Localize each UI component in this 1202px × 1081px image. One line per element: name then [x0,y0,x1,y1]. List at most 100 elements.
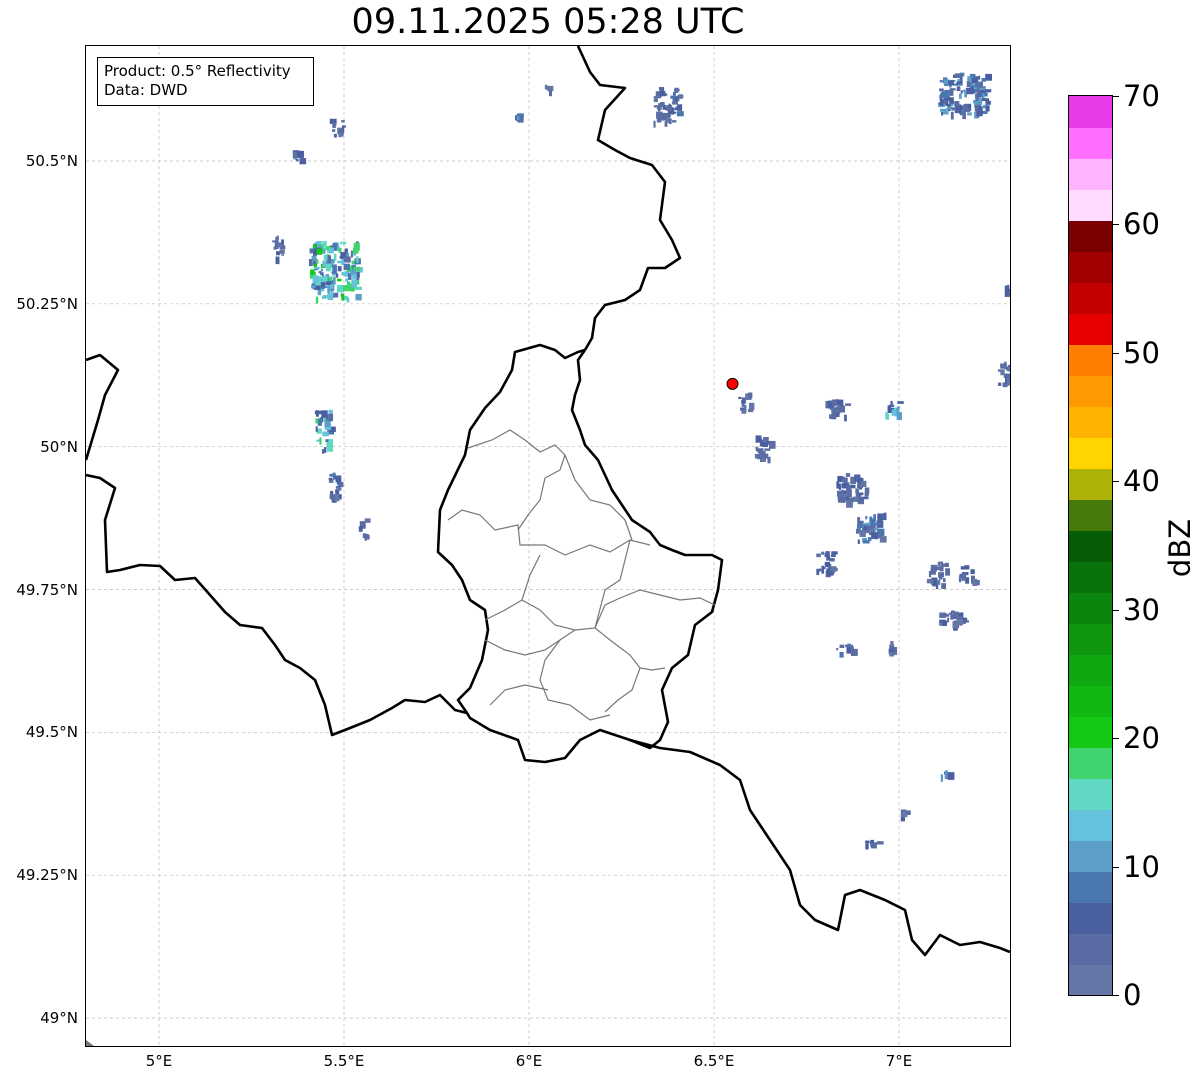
map-panel[interactable] [85,45,1011,1047]
colorbar-segment [1069,282,1112,314]
data-source-label: Data: DWD [104,81,188,99]
lon-tick-label: 5.5°E [323,1052,365,1070]
colorbar-segment [1069,778,1112,810]
colorbar-segment [1069,592,1112,624]
echo-cell [865,839,884,850]
echo-cell [272,235,286,265]
colorbar-segment [1069,251,1112,283]
colorbar-segment [1069,654,1112,686]
echo-cell [900,809,911,822]
colorbar-tick-label: 60 [1123,207,1160,242]
lon-tick-label: 5°E [145,1052,173,1070]
echo-cell [998,361,1010,388]
echo-cell [888,641,898,657]
lat-tick-label: 50.5°N [25,152,78,170]
echo-cell [816,551,838,578]
colorbar-label: dBZ [1163,518,1197,578]
echo-cell [926,561,951,590]
colorbar-tick-label: 70 [1123,79,1160,113]
colorbar-segment [1069,158,1112,190]
echo-cell [314,409,336,454]
echo-cell [358,518,371,541]
belgium-france-border [86,473,468,737]
echo-cell [329,118,346,138]
colorbar-tick-mark [1113,481,1119,483]
colorbar-segment [1069,189,1112,221]
colorbar-tick-mark [1113,352,1119,354]
echo-cell [939,610,969,631]
echo-cell [836,473,870,508]
belgium-west-edge [86,353,120,461]
colorbar-segment [1069,220,1112,252]
echo-cell [754,435,776,464]
colorbar-tick-mark [1113,96,1119,97]
colorbar-segment [1069,375,1112,407]
echo-cell [885,400,904,420]
echo-cell [544,84,554,97]
country-borders [86,46,1010,957]
colorbar-tick-mark [1113,738,1119,740]
corner-fragment [86,1040,94,1046]
lon-tick-label: 6.5°E [693,1052,735,1070]
luxembourg-border [436,343,724,764]
colorbar-tick-label: 0 [1123,978,1142,1012]
lon-tick-label: 6°E [515,1052,543,1070]
colorbar-tick-mark [1113,609,1119,611]
colorbar [1068,95,1113,996]
echo-cell [292,150,307,165]
echo-cell [515,113,524,123]
colorbar-segment [1069,964,1112,995]
map-canvas[interactable] [86,46,1010,1046]
echo-cell [855,512,887,544]
lat-tick-label: 49.75°N [16,580,78,599]
colorbar-tick-mark [1113,224,1119,226]
colorbar-segment [1069,530,1112,562]
colorbar-segment [1069,933,1112,965]
colorbar-tick-label: 10 [1123,849,1160,884]
radar-site-marker[interactable] [726,377,739,390]
colorbar-segment [1069,406,1112,438]
lat-tick-label: 50.25°N [16,294,78,313]
lat-tick-label: 49.25°N [16,866,78,885]
colorbar-tick-label: 30 [1123,592,1160,627]
lat-tick-label: 49.5°N [25,723,78,742]
echo-cell [938,72,992,120]
product-info-box: Product: 0.5° Reflectivity Data: DWD [97,57,314,106]
colorbar-segment [1069,747,1112,779]
echo-cell [328,472,344,503]
echo-cell [738,392,755,414]
colorbar-tick-label: 20 [1123,721,1160,756]
colorbar-tick-label: 50 [1123,335,1160,370]
echo-cell [1004,284,1010,297]
colorbar-tick-mark [1113,866,1119,868]
colorbar-segment [1069,871,1112,903]
colorbar-segment [1069,685,1112,717]
lat-tick-label: 49°N [40,1009,78,1027]
colorbar-segment [1069,902,1112,934]
colorbar-segment [1069,96,1112,128]
colorbar-segment [1069,437,1112,469]
colorbar-segment [1069,561,1112,593]
colorbar-segment [1069,623,1112,655]
product-label: Product: 0.5° Reflectivity [104,62,291,80]
admin-borders [447,429,716,721]
colorbar-segment [1069,809,1112,841]
echo-cell [940,770,955,782]
colorbar-segment [1069,344,1112,376]
lon-tick-label: 7°E [885,1052,913,1070]
echo-cell [836,643,858,658]
colorbar-segment [1069,127,1112,159]
echo-cell [308,240,363,304]
echo-cell [653,86,684,128]
colorbar-segment [1069,840,1112,872]
colorbar-segment [1069,313,1112,345]
echo-cell [958,565,980,587]
colorbar-segment [1069,716,1112,748]
map-title: 09.11.2025 05:28 UTC [351,2,745,42]
colorbar-tick-mark [1113,995,1119,996]
colorbar-tick-label: 40 [1123,464,1160,499]
lat-tick-label: 50°N [40,437,78,456]
colorbar-segment [1069,499,1112,531]
echo-cell [825,399,852,422]
colorbar-segment [1069,468,1112,500]
